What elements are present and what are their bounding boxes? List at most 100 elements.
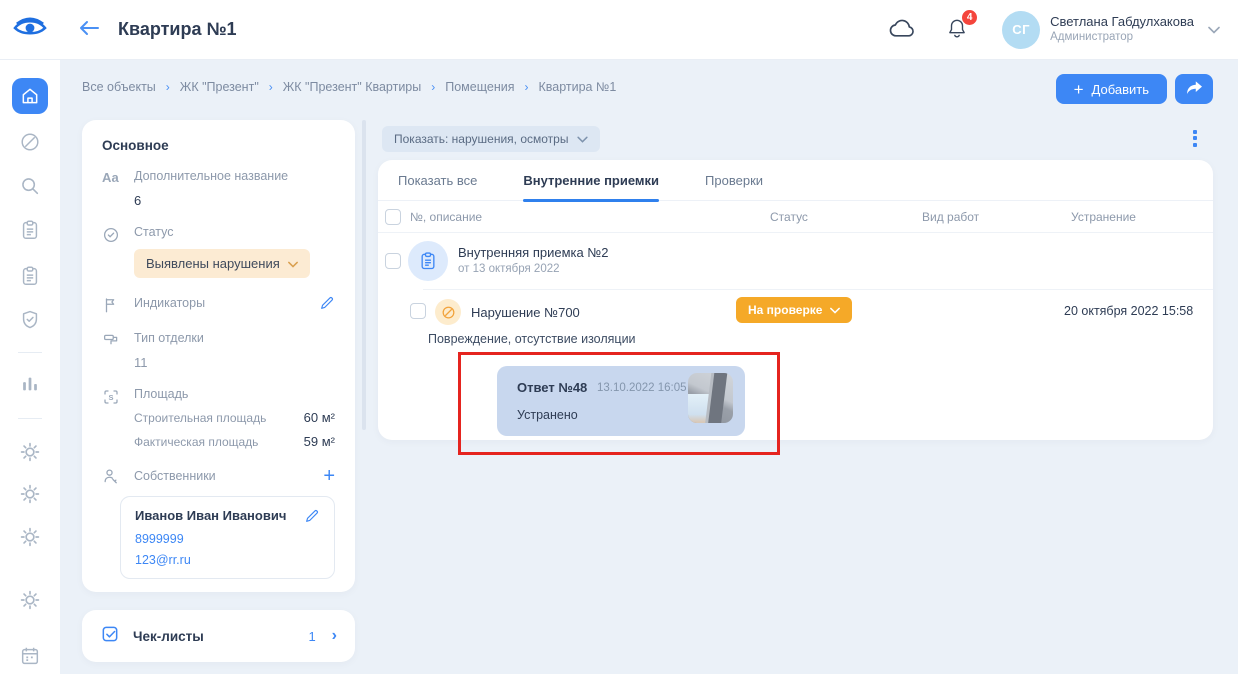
page-title: Квартира №1 bbox=[118, 19, 237, 40]
owner-phone-link[interactable]: 8999999 bbox=[135, 532, 320, 546]
cloud-sync-button[interactable] bbox=[885, 14, 920, 45]
field-status: Статус Выявлены нарушения bbox=[102, 225, 335, 278]
checklists-count: 1 bbox=[308, 629, 315, 644]
field-indicators: Индикаторы bbox=[102, 295, 335, 314]
field-area: S Площадь Строительная площадь 60 м² Фак… bbox=[102, 387, 335, 449]
table-row[interactable]: Нарушение №700 На проверке 20 октября 20… bbox=[378, 290, 1213, 334]
field-value: 11 bbox=[134, 355, 335, 370]
sidebar-item-settings-checks[interactable] bbox=[19, 441, 41, 463]
gear-user-icon bbox=[19, 483, 41, 505]
checkbox-check-icon bbox=[100, 624, 120, 649]
bell-icon bbox=[946, 28, 968, 43]
gear-sync-icon bbox=[19, 526, 41, 548]
status-select[interactable]: Выявлены нарушения bbox=[134, 249, 310, 278]
field-label: Площадь bbox=[134, 387, 335, 401]
sidebar-item-settings-export[interactable] bbox=[19, 589, 41, 611]
column-header: Устранение bbox=[1071, 210, 1213, 224]
user-meta: Светлана Габдулхакова Администратор bbox=[1050, 14, 1194, 45]
sidebar-item-calendar[interactable] bbox=[19, 645, 41, 667]
inspection-title: Внутренняя приемка №2 bbox=[458, 245, 609, 260]
answer-photo-thumbnail[interactable] bbox=[688, 373, 733, 423]
breadcrumb-item[interactable]: ЖК "Презент" Квартиры bbox=[283, 80, 421, 94]
tab-bar: Показать все Внутренние приемки Проверки bbox=[378, 160, 1213, 201]
tab-checks[interactable]: Проверки bbox=[705, 160, 763, 201]
inspections-panel: Показать все Внутренние приемки Проверки… bbox=[378, 160, 1213, 440]
sidebar-item-home[interactable] bbox=[12, 78, 48, 114]
notifications-button[interactable]: 4 bbox=[942, 13, 972, 47]
column-header: Статус bbox=[770, 210, 922, 224]
breadcrumb-chevron-icon: › bbox=[269, 80, 273, 94]
field-finish-type: Тип отделки 11 bbox=[102, 331, 335, 370]
notification-count-badge: 4 bbox=[962, 10, 977, 25]
breadcrumb-item[interactable]: Помещения bbox=[445, 80, 514, 94]
share-button[interactable] bbox=[1175, 74, 1213, 104]
share-arrow-icon bbox=[1185, 80, 1203, 99]
avatar[interactable]: СГ bbox=[1002, 11, 1040, 49]
sidebar-item-warranty[interactable] bbox=[19, 309, 41, 331]
sidebar-item-acceptances[interactable] bbox=[19, 219, 41, 241]
add-button[interactable]: + Добавить bbox=[1056, 74, 1167, 104]
kebab-dot bbox=[1193, 130, 1197, 134]
sidebar-item-search[interactable] bbox=[19, 175, 41, 197]
answer-card[interactable]: Ответ №48 13.10.2022 16:05 Устранено bbox=[497, 366, 745, 436]
tab-internal-acceptances[interactable]: Внутренние приемки bbox=[523, 160, 659, 201]
add-button-label: Добавить bbox=[1092, 82, 1149, 97]
table-header-row: №, описание Статус Вид работ Устранение bbox=[378, 201, 1213, 233]
info-panel: Основное Аа Дополнительное название 6 Ст… bbox=[82, 120, 355, 592]
app-logo[interactable] bbox=[0, 16, 60, 43]
eye-logo-icon bbox=[13, 16, 47, 43]
row-checkbox[interactable] bbox=[410, 303, 426, 319]
sidebar-item-settings-users[interactable] bbox=[19, 483, 41, 505]
violation-description: Повреждение, отсутствие изоляции bbox=[428, 332, 636, 346]
table-row[interactable]: Внутренняя приемка №2 от 13 октября 2022 bbox=[378, 233, 1213, 290]
user-role: Администратор bbox=[1050, 30, 1194, 44]
field-label: Статус bbox=[134, 225, 335, 239]
violation-circle-slash-icon bbox=[435, 299, 461, 325]
clipboard-icon bbox=[19, 265, 41, 287]
sidebar-divider bbox=[18, 418, 42, 419]
owner-email-link[interactable]: 123@rr.ru bbox=[135, 553, 320, 567]
app-header: Квартира №1 4 СГ Светлана Габдулхакова А… bbox=[0, 0, 1238, 60]
area-s-icon: S bbox=[102, 387, 134, 406]
breadcrumb-item[interactable]: ЖК "Презент" bbox=[180, 80, 259, 94]
sidebar-item-inspections[interactable] bbox=[19, 265, 41, 287]
chevron-down-icon bbox=[577, 132, 588, 146]
shield-check-icon bbox=[19, 309, 41, 331]
sidebar-item-violations[interactable] bbox=[19, 131, 41, 153]
inspection-date: от 13 октября 2022 bbox=[458, 263, 560, 275]
answer-status: Устранено bbox=[517, 408, 578, 422]
search-icon bbox=[19, 175, 41, 197]
sidebar-item-settings-sync[interactable] bbox=[19, 526, 41, 548]
scrollbar[interactable] bbox=[362, 120, 366, 430]
sidebar-divider bbox=[18, 352, 42, 353]
field-additional-name: Аа Дополнительное название 6 bbox=[102, 169, 335, 208]
sidebar-item-analytics[interactable] bbox=[19, 373, 41, 395]
filter-dropdown[interactable]: Показать: нарушения, осмотры bbox=[382, 126, 600, 152]
field-label: Тип отделки bbox=[134, 331, 335, 345]
gear-check-icon bbox=[19, 441, 41, 463]
page-content: Все объекты › ЖК "Презент" › ЖК "Презент… bbox=[60, 60, 1238, 674]
answer-title: Ответ №48 bbox=[517, 380, 587, 395]
status-value: Выявлены нарушения bbox=[146, 256, 280, 271]
violation-status-label: На проверке bbox=[748, 303, 822, 317]
violation-title: Нарушение №700 bbox=[471, 305, 580, 320]
breadcrumb-chevron-icon: › bbox=[166, 80, 170, 94]
checklists-card[interactable]: Чек-листы 1 › bbox=[82, 610, 355, 662]
pencil-icon bbox=[319, 295, 335, 311]
area-row-label: Фактическая площадь bbox=[134, 435, 258, 449]
field-label: Собственники bbox=[134, 469, 216, 483]
field-label: Дополнительное название bbox=[134, 169, 335, 183]
select-all-checkbox[interactable] bbox=[385, 209, 401, 225]
back-button[interactable] bbox=[74, 15, 104, 45]
user-menu-chevron-icon[interactable] bbox=[1208, 21, 1220, 39]
add-owner-button[interactable]: + bbox=[323, 466, 335, 486]
tab-show-all[interactable]: Показать все bbox=[398, 160, 477, 201]
row-checkbox[interactable] bbox=[385, 253, 401, 269]
edit-indicators-button[interactable] bbox=[319, 295, 335, 311]
edit-owner-button[interactable] bbox=[304, 508, 320, 524]
violation-status-dropdown[interactable]: На проверке bbox=[736, 297, 852, 323]
more-options-button[interactable] bbox=[1184, 124, 1206, 152]
paint-roller-icon bbox=[102, 331, 134, 350]
breadcrumb-item[interactable]: Все объекты bbox=[82, 80, 156, 94]
flag-icon bbox=[102, 295, 134, 314]
